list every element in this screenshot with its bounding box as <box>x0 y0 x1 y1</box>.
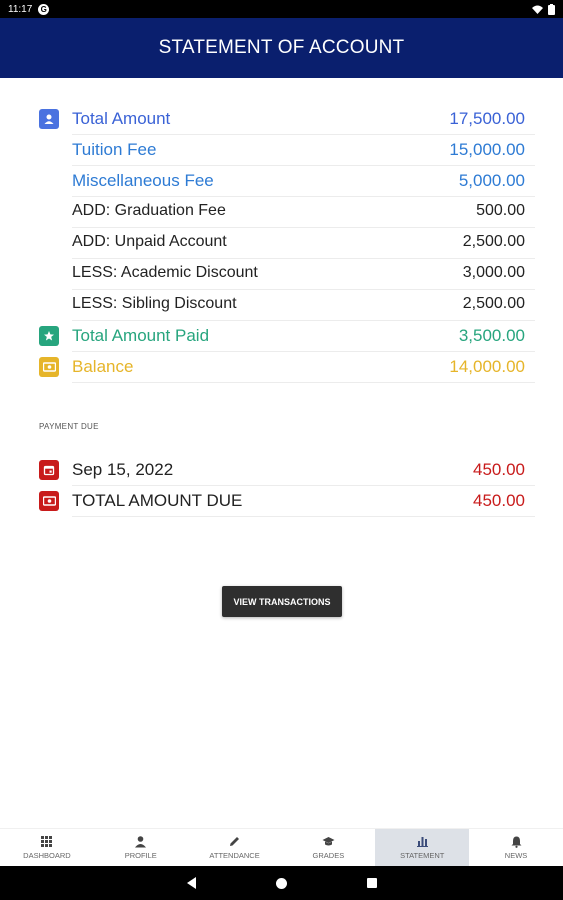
recent-apps-icon[interactable] <box>366 878 377 888</box>
divider <box>72 382 535 383</box>
misc-fee-value: 5,000.00 <box>458 171 525 190</box>
system-navigation-bar <box>0 866 563 900</box>
person-icon <box>39 109 59 129</box>
statement-summary: Total Amount 17,500.00 Tuition Fee 15,00… <box>0 104 563 383</box>
tuition-fee-row: Tuition Fee 15,000.00 <box>0 135 563 166</box>
pencil-icon <box>230 837 240 846</box>
nav-profile[interactable]: PROFILE <box>94 829 188 866</box>
graduation-cap-icon <box>322 837 335 846</box>
star-icon <box>39 326 59 346</box>
total-due-row: TOTAL AMOUNT DUE 450.00 <box>0 486 563 517</box>
balance-label: Balance <box>72 357 134 376</box>
misc-fee-row: Miscellaneous Fee 5,000.00 <box>0 166 563 197</box>
cash-icon <box>39 357 59 377</box>
divider <box>72 516 535 517</box>
total-due-label: TOTAL AMOUNT DUE <box>72 491 243 510</box>
unpaid-account-label: ADD: Unpaid Account <box>72 233 227 250</box>
payment-due-list: Sep 15, 2022 450.00 TOTAL AMOUNT DUE 450… <box>0 455 563 517</box>
nav-dashboard[interactable]: DASHBOARD <box>0 829 94 866</box>
unpaid-account-row: ADD: Unpaid Account 2,500.00 <box>0 228 563 259</box>
due-date-value: 450.00 <box>473 460 525 479</box>
nav-profile-label: PROFILE <box>124 851 157 860</box>
academic-discount-label: LESS: Academic Discount <box>72 264 258 281</box>
bar-chart-icon <box>416 837 428 847</box>
nav-grades[interactable]: GRADES <box>281 829 375 866</box>
total-amount-label: Total Amount <box>72 109 171 128</box>
academic-discount-value: 3,000.00 <box>462 264 525 281</box>
sibling-discount-value: 2,500.00 <box>462 295 525 312</box>
balance-value: 14,000.00 <box>449 357 525 376</box>
nav-news-label: NEWS <box>504 851 528 860</box>
status-time: 11:17 <box>8 3 33 15</box>
graduation-fee-row: ADD: Graduation Fee 500.00 <box>0 197 563 228</box>
nav-grades-label: GRADES <box>312 851 345 860</box>
page-title: STATEMENT OF ACCOUNT <box>158 37 405 58</box>
view-transactions-button[interactable]: VIEW TRANSACTIONS <box>222 586 342 617</box>
home-icon[interactable] <box>275 877 287 889</box>
payment-due-heading: PAYMENT DUE <box>39 422 99 431</box>
academic-discount-row: LESS: Academic Discount 3,000.00 <box>0 259 563 290</box>
app-notification-icon: G <box>38 3 50 15</box>
nav-dashboard-label: DASHBOARD <box>23 851 71 860</box>
balance-row: Balance 14,000.00 <box>0 352 563 383</box>
total-paid-value: 3,500.00 <box>458 326 525 345</box>
total-due-value: 450.00 <box>473 491 525 510</box>
grid-icon <box>41 836 53 847</box>
back-icon[interactable] <box>186 877 196 889</box>
due-date-row: Sep 15, 2022 450.00 <box>0 455 563 486</box>
app-header: STATEMENT OF ACCOUNT <box>0 18 563 78</box>
nav-attendance-label: ATTENDANCE <box>209 851 260 860</box>
nav-statement[interactable]: STATEMENT <box>375 829 470 866</box>
total-paid-label: Total Amount Paid <box>72 326 210 345</box>
graduation-fee-value: 500.00 <box>476 202 525 219</box>
tuition-fee-label: Tuition Fee <box>72 140 157 159</box>
nav-statement-label: STATEMENT <box>400 851 445 860</box>
due-date-label: Sep 15, 2022 <box>72 460 174 479</box>
total-amount-row: Total Amount 17,500.00 <box>0 104 563 135</box>
calendar-icon <box>39 460 59 480</box>
tuition-fee-value: 15,000.00 <box>449 140 525 159</box>
status-bar: 11:17 G <box>0 0 563 18</box>
wifi-icon <box>532 5 543 14</box>
misc-fee-label: Miscellaneous Fee <box>72 171 214 190</box>
graduation-fee-label: ADD: Graduation Fee <box>72 202 226 219</box>
bottom-navigation: DASHBOARD PROFILE ATTENDANCE GRADES STAT… <box>0 828 563 866</box>
nav-news[interactable]: NEWS <box>469 829 563 866</box>
battery-icon <box>548 3 555 15</box>
bell-icon <box>511 836 522 848</box>
total-paid-row: Total Amount Paid 3,500.00 <box>0 321 563 352</box>
sibling-discount-label: LESS: Sibling Discount <box>72 295 237 312</box>
cash-icon <box>39 491 59 511</box>
nav-attendance[interactable]: ATTENDANCE <box>188 829 282 866</box>
person-icon <box>135 836 147 848</box>
total-amount-value: 17,500.00 <box>449 109 525 128</box>
unpaid-account-value: 2,500.00 <box>462 233 525 250</box>
sibling-discount-row: LESS: Sibling Discount 2,500.00 <box>0 290 563 321</box>
